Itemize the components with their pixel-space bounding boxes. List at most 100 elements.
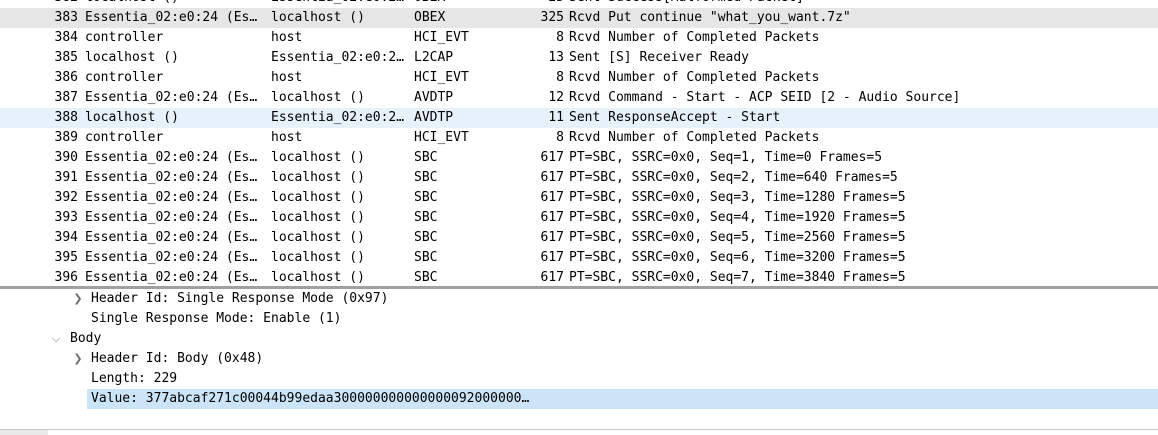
packet-info: Sent ResponseAccept - Start (569, 110, 781, 125)
packet-row[interactable]: 395 Essentia_02:e0:24 (Es… localhost () SBC… (0, 248, 1158, 268)
packet-no: 386 (54, 70, 78, 85)
packet-destination: localhost () (271, 230, 365, 245)
packet-length: 13 (548, 50, 564, 65)
packet-info: Sent Success[Malformed Packet] (569, 0, 1158, 8)
packet-destination: localhost () (271, 10, 365, 25)
detail-body[interactable]: ⌵ Body (0, 329, 1158, 349)
packet-source: Essentia_02:e0:24 (Es… (85, 250, 258, 265)
packet-rows: 382localhost ()Essentia_02:e0:2…OBEX25Se… (0, 0, 1158, 286)
chevron-right-icon[interactable]: ❯ (72, 289, 84, 309)
detail-length[interactable]: Length: 229 (0, 369, 1158, 389)
packet-length: 8 (556, 130, 564, 145)
packet-protocol: SBC (414, 270, 438, 285)
packet-destination: host (271, 70, 303, 85)
packet-destination: host (271, 130, 303, 145)
detail-label: Body (70, 331, 102, 346)
chevron-down-icon[interactable]: ⌵ (50, 329, 62, 349)
detail-label: Length: 229 (91, 371, 178, 386)
packet-info: PT=SBC, SSRC=0x0, Seq=6, Time=3200 Frame… (569, 250, 906, 265)
packet-no: 387 (54, 90, 78, 105)
packet-row[interactable]: 383 Essentia_02:e0:24 (Es… localhost () OBE… (0, 8, 1158, 28)
packet-source: Essentia_02:e0:24 (Es… (85, 90, 258, 105)
packet-length: 617 (540, 210, 564, 225)
packet-destination: localhost () (271, 90, 365, 105)
packet-source: Essentia_02:e0:24 (Es… (85, 150, 258, 165)
packet-no: 394 (54, 230, 78, 245)
packet-no: 389 (54, 130, 78, 145)
packet-destination: Essentia_02:e0:2… (271, 50, 405, 65)
packet-destination: localhost () (271, 190, 365, 205)
packet-length: 25 (534, 0, 564, 8)
packet-protocol: OBEX (414, 0, 534, 8)
packet-protocol: HCI_EVT (414, 70, 469, 85)
packet-destination: localhost () (271, 210, 365, 225)
packet-no: 390 (54, 150, 78, 165)
packet-length: 8 (556, 30, 564, 45)
packet-no: 382 (48, 0, 78, 8)
packet-source: controller (85, 70, 164, 85)
bytes-pane-tab[interactable] (0, 430, 48, 435)
packet-source: Essentia_02:e0:24 (Es… (85, 270, 258, 285)
packet-protocol: SBC (414, 170, 438, 185)
packet-row[interactable]: 393 Essentia_02:e0:24 (Es… localhost () SBC… (0, 208, 1158, 228)
packet-row[interactable]: 382 localhost () Essentia_02:e0:2… OBEX25 Se… (0, 0, 1158, 8)
packet-destination: host (271, 30, 303, 45)
packet-protocol: HCI_EVT (414, 30, 469, 45)
packet-row[interactable]: 389 controller host HCI_EVT 8 Rcvd Number of … (0, 128, 1158, 148)
packet-source: controller (85, 130, 164, 145)
packet-row[interactable]: 394 Essentia_02:e0:24 (Es… localhost () SBC… (0, 228, 1158, 248)
detail-value[interactable]: Value: 377abcaf271c00044b99edaa300000000… (87, 389, 1158, 409)
packet-info: Rcvd Put continue "what_you_want.7z" (569, 10, 851, 25)
packet-row[interactable]: 392 Essentia_02:e0:24 (Es… localhost () SBC… (0, 188, 1158, 208)
packet-protocol: L2CAP (414, 50, 454, 65)
packet-source: Essentia_02:e0:24 (Es… (85, 210, 258, 225)
packet-protocol: OBEX (414, 10, 446, 25)
packet-info: PT=SBC, SSRC=0x0, Seq=4, Time=1920 Frame… (569, 210, 906, 225)
packet-info: PT=SBC, SSRC=0x0, Seq=2, Time=640 Frames… (569, 170, 898, 185)
packet-no: 384 (54, 30, 78, 45)
packet-details[interactable]: ❯ Header Id: Single Response Mode (0x97)… (0, 289, 1158, 419)
packet-protocol: SBC (414, 210, 438, 225)
packet-info: Sent [S] Receiver Ready (569, 50, 750, 65)
packet-no: 385 (54, 50, 78, 65)
packet-row[interactable]: 390 Essentia_02:e0:24 (Es… localhost () SBC… (0, 148, 1158, 168)
detail-header-id-srm[interactable]: ❯ Header Id: Single Response Mode (0x97) (0, 289, 1158, 309)
packet-info: PT=SBC, SSRC=0x0, Seq=5, Time=2560 Frame… (569, 230, 906, 245)
packet-row[interactable]: 385 localhost () Essentia_02:e0:2… L2CAP 13 S… (0, 48, 1158, 68)
packet-info: PT=SBC, SSRC=0x0, Seq=3, Time=1280 Frame… (569, 190, 906, 205)
packet-row[interactable]: 384 controller host HCI_EVT 8 Rcvd Number of … (0, 28, 1158, 48)
packet-length: 12 (548, 90, 564, 105)
packet-protocol: SBC (414, 150, 438, 165)
packet-row[interactable]: 387 Essentia_02:e0:24 (Es… localhost () AVD… (0, 88, 1158, 108)
packet-protocol: AVDTP (414, 90, 454, 105)
packet-protocol: SBC (414, 190, 438, 205)
packet-no: 396 (54, 270, 78, 285)
packet-length: 617 (540, 230, 564, 245)
packet-source: localhost () (85, 110, 179, 125)
detail-header-id-body[interactable]: ❯ Header Id: Body (0x48) (0, 349, 1158, 369)
packet-protocol: SBC (414, 230, 438, 245)
packet-row[interactable]: 396 Essentia_02:e0:24 (Es… localhost () SBC… (0, 268, 1158, 286)
detail-label: Header Id: Single Response Mode (0x97) (91, 291, 389, 306)
packet-row[interactable]: 391 Essentia_02:e0:24 (Es… localhost () SBC… (0, 168, 1158, 188)
packet-protocol: SBC (414, 250, 438, 265)
packet-length: 8 (556, 70, 564, 85)
packet-no: 395 (54, 250, 78, 265)
packet-list[interactable]: 382localhost ()Essentia_02:e0:2…OBEX25Se… (0, 0, 1158, 286)
packet-destination: localhost () (271, 150, 365, 165)
packet-length: 11 (548, 110, 564, 125)
packet-destination: localhost () (271, 270, 365, 285)
packet-no: 392 (54, 190, 78, 205)
packet-length: 617 (540, 150, 564, 165)
packet-info: Rcvd Number of Completed Packets (569, 30, 820, 45)
packet-row[interactable]: 386 controller host HCI_EVT 8 Rcvd Number of … (0, 68, 1158, 88)
packet-no: 393 (54, 210, 78, 225)
packet-destination: localhost () (271, 170, 365, 185)
detail-label: Header Id: Body (0x48) (91, 351, 264, 366)
chevron-right-icon[interactable]: ❯ (72, 349, 84, 369)
packet-info: Rcvd Number of Completed Packets (569, 130, 820, 145)
packet-source: Essentia_02:e0:24 (Es… (85, 10, 258, 25)
packet-row[interactable]: 388 localhost () Essentia_02:e0:2… AVDTP 11 S… (0, 108, 1158, 128)
packet-info: PT=SBC, SSRC=0x0, Seq=7, Time=3840 Frame… (569, 270, 906, 285)
detail-srm-value[interactable]: Single Response Mode: Enable (1) (0, 309, 1158, 329)
